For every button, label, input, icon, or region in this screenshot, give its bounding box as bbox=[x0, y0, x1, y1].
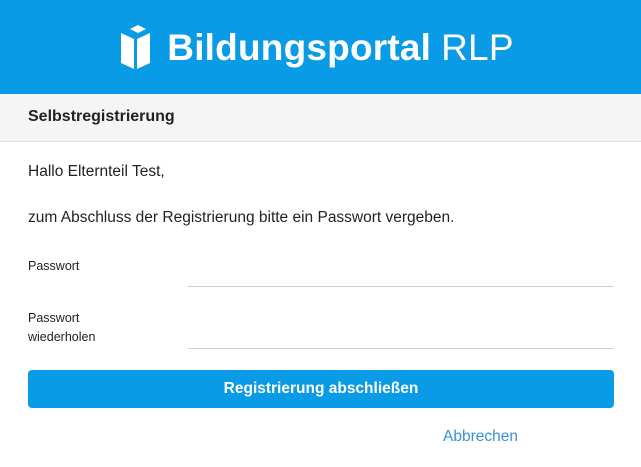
instruction-text: zum Abschluss der Registrierung bitte ei… bbox=[28, 209, 455, 226]
greeting-text: Hallo Elternteil Test, bbox=[28, 163, 165, 180]
password-repeat-label-line1: Passwort bbox=[28, 311, 80, 325]
brand-name: Bildungsportal RLP bbox=[167, 29, 513, 66]
top-banner: Bildungsportal RLP bbox=[0, 0, 641, 94]
complete-registration-button[interactable]: Registrierung abschließen bbox=[28, 370, 614, 408]
password-label: Passwort bbox=[28, 259, 80, 273]
password-repeat-label-line2: wiederholen bbox=[28, 330, 96, 344]
password-repeat-field[interactable] bbox=[188, 320, 614, 349]
page-title: Selbstregistrierung bbox=[28, 108, 175, 125]
cancel-link[interactable]: Abbrechen bbox=[443, 428, 518, 446]
password-field[interactable] bbox=[188, 258, 614, 287]
brand-name-region: RLP bbox=[441, 26, 514, 68]
section-header: Selbstregistrierung bbox=[0, 94, 641, 142]
brand-name-bold: Bildungsportal bbox=[167, 26, 432, 68]
password-repeat-label: Passwort wiederholen bbox=[28, 309, 138, 347]
bildungsportal-logo-icon bbox=[121, 25, 151, 69]
brand-logo: Bildungsportal RLP bbox=[121, 25, 514, 69]
